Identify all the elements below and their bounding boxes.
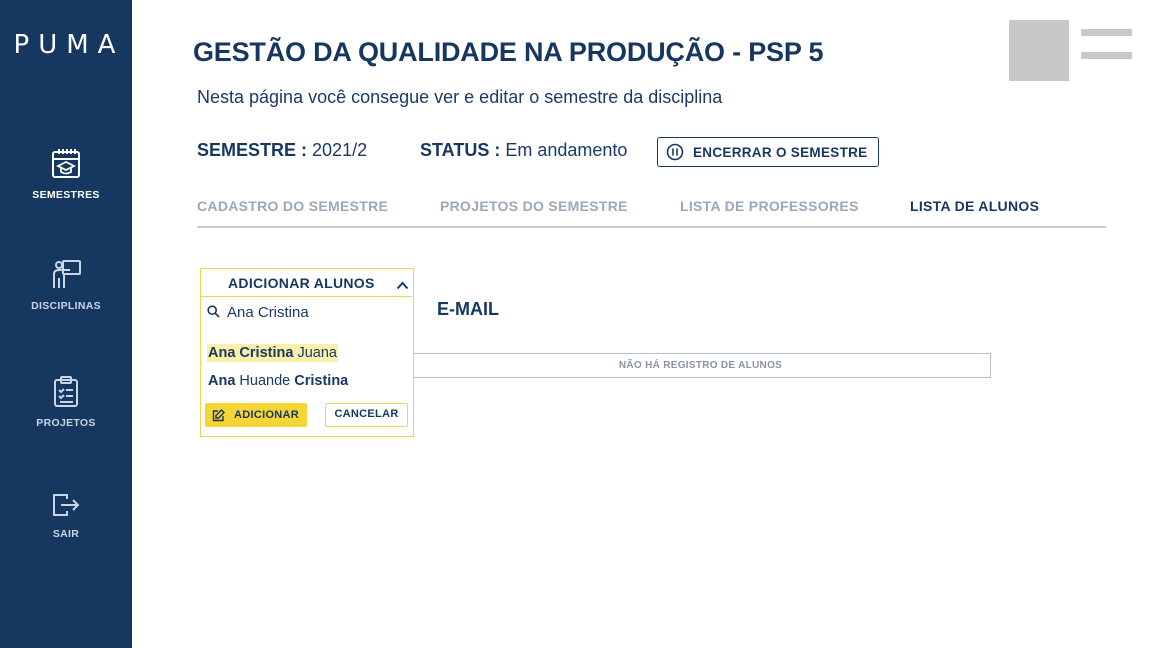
sidebar: PUMA SEMESTRES DISCIPLINAS PROJETOS SAIR [0,0,132,648]
semester-value: 2021/2 [312,140,368,160]
option-match-text: Ana Cristina [208,345,294,361]
sidebar-item-label: SEMESTRES [32,189,100,201]
menu-icon[interactable] [1081,29,1132,60]
app-logo: PUMA [13,30,125,60]
page-title: GESTÃO DA QUALIDADE NA PRODUÇÃO - PSP 5 [193,37,824,67]
avatar[interactable] [1009,20,1069,81]
status-label: STATUS : [420,140,501,160]
pause-icon [666,143,684,161]
option-match-text: Cristina [294,373,349,389]
clipboard-list-icon [54,376,78,407]
search-icon [207,305,220,323]
add-button-label: ADICIONAR [234,409,300,421]
status-value: Em andamento [505,140,628,160]
calendar-graduation-icon [52,149,80,178]
end-semester-label: ENCERRAR O SEMESTRE [693,144,868,160]
option-rest-text: Juana [293,345,337,361]
status-info: STATUS : Em andamento [420,140,627,161]
empty-table-message: NÃO HÁ REGISTRO DE ALUNOS [410,353,991,378]
sidebar-item-label: DISCIPLINAS [31,300,101,312]
chevron-up-icon [396,277,409,295]
add-students-toggle[interactable]: ADICIONAR ALUNOS [201,269,412,297]
tab-projetos-do-semestre[interactable]: PROJETOS DO SEMESTRE [440,198,628,214]
sidebar-item-sair[interactable]: SAIR [0,492,132,540]
sidebar-item-projetos[interactable]: PROJETOS [0,375,132,429]
student-option[interactable]: Ana Cristina Juana [207,344,338,362]
app-root: PUMA SEMESTRES DISCIPLINAS PROJETOS SAIR… [0,0,1150,648]
tab-lista-de-alunos[interactable]: LISTA DE ALUNOS [910,198,1039,214]
tab-bar: CADASTRO DO SEMESTRE PROJETOS DO SEMESTR… [197,196,1106,228]
sidebar-item-label: SAIR [52,528,80,540]
semester-label: SEMESTRE : [197,140,308,160]
sidebar-item-label: PROJETOS [36,417,96,429]
student-search-input[interactable] [227,301,407,323]
edit-icon [212,408,225,422]
tab-cadastro-do-semestre[interactable]: CADASTRO DO SEMESTRE [197,198,388,214]
student-search [201,299,412,325]
sidebar-item-disciplinas[interactable]: DISCIPLINAS [0,258,132,312]
add-students-dropdown: ADICIONAR ALUNOS Ana Cristina Juana Ana … [200,268,414,437]
tab-lista-de-professores[interactable]: LISTA DE PROFESSORES [680,198,859,214]
add-students-title: ADICIONAR ALUNOS [228,275,375,291]
option-match-text: Ana [208,373,236,389]
sidebar-item-semestres[interactable]: SEMESTRES [0,147,132,201]
email-column-header: E-MAIL [437,299,499,319]
end-semester-button[interactable]: ENCERRAR O SEMESTRE [657,137,879,167]
student-option[interactable]: Ana Huande Cristina [207,372,349,390]
page-subtitle: Nesta página você consegue ver e editar … [197,87,723,107]
teacher-board-icon [53,260,81,288]
cancel-button[interactable]: CANCELAR [325,403,408,427]
add-button[interactable]: ADICIONAR [205,403,307,427]
option-rest-text: Huande [235,373,295,389]
logout-icon [53,494,80,516]
semester-info: SEMESTRE : 2021/2 [197,140,367,161]
